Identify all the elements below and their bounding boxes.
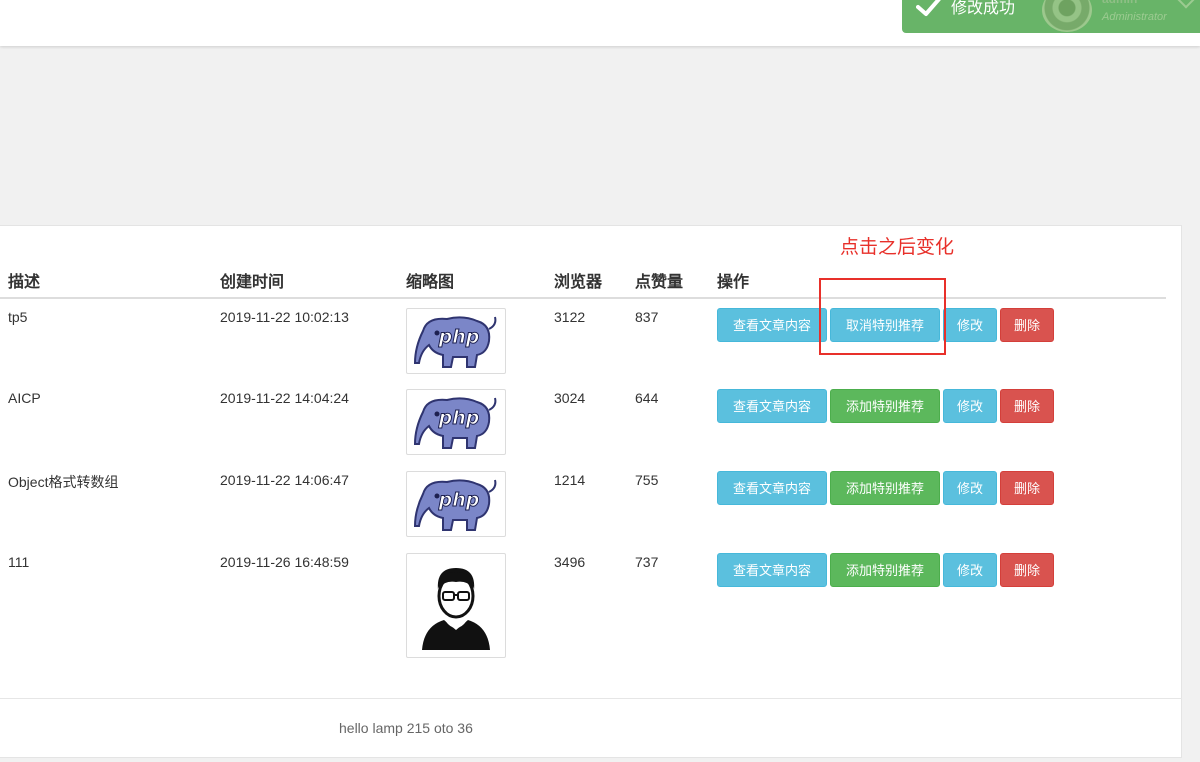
header-views: 浏览器 — [546, 262, 627, 299]
cell-views: 3496 — [554, 554, 586, 570]
user-avatar[interactable] — [1042, 0, 1092, 32]
header-likes: 点赞量 — [627, 262, 709, 299]
view-article-button[interactable]: 查看文章内容 — [717, 553, 827, 587]
checkmark-icon — [916, 0, 941, 16]
cell-desc: tp5 — [8, 309, 28, 325]
cell-likes: 644 — [635, 390, 659, 406]
table-row: 111 2019-11-26 16:48:59 3496 737 查看文章内容 … — [0, 544, 1166, 658]
cell-ops: 查看文章内容 添加特别推荐 修改 删除 — [709, 380, 1166, 462]
cell-thumb: php — [398, 380, 546, 462]
table-row: tp5 2019-11-22 10:02:13 php 3122 837 查看文… — [0, 298, 1166, 380]
view-article-button[interactable]: 查看文章内容 — [717, 308, 827, 342]
view-article-button[interactable]: 查看文章内容 — [717, 389, 827, 423]
delete-button[interactable]: 删除 — [1000, 471, 1054, 505]
php-elephant-icon: php — [413, 479, 497, 531]
cell-likes: 837 — [635, 309, 659, 325]
thumbnail-image — [406, 553, 506, 658]
svg-text:php: php — [438, 326, 480, 348]
cell-thumb — [398, 544, 546, 658]
add-recommend-button[interactable]: 添加特别推荐 — [830, 389, 940, 423]
edit-button[interactable]: 修改 — [943, 308, 997, 342]
thumbnail-image: php — [406, 308, 506, 374]
person-avatar-icon — [422, 567, 490, 650]
chevron-down-icon[interactable] — [1177, 0, 1195, 9]
delete-button[interactable]: 删除 — [1000, 553, 1054, 587]
cell-desc: Object格式转数组 — [8, 474, 119, 490]
svg-text:php: php — [438, 407, 480, 429]
cell-time: 2019-11-22 14:06:47 — [220, 472, 349, 488]
header-time: 创建时间 — [212, 262, 398, 299]
edit-button[interactable]: 修改 — [943, 553, 997, 587]
article-table: 描述 创建时间 缩略图 浏览器 点赞量 操作 tp5 2019-11-22 10… — [0, 262, 1166, 658]
cell-ops: 查看文章内容 添加特别推荐 修改 删除 — [709, 462, 1166, 544]
annotation-highlight-box — [819, 278, 946, 355]
cell-likes: 755 — [635, 472, 659, 488]
cell-thumb: php — [398, 462, 546, 544]
delete-button[interactable]: 删除 — [1000, 389, 1054, 423]
footer-divider — [0, 698, 1182, 699]
svg-text:php: php — [438, 489, 480, 511]
edit-button[interactable]: 修改 — [943, 471, 997, 505]
table-header-row: 描述 创建时间 缩略图 浏览器 点赞量 操作 — [0, 262, 1166, 299]
user-role: Administrator — [1102, 11, 1167, 23]
thumbnail-image: php — [406, 471, 506, 537]
thumbnail-image: php — [406, 389, 506, 455]
delete-button[interactable]: 删除 — [1000, 308, 1054, 342]
cell-time: 2019-11-22 14:04:24 — [220, 390, 349, 406]
success-toast[interactable]: 修改成功 admin Administrator — [902, 0, 1200, 33]
view-article-button[interactable]: 查看文章内容 — [717, 471, 827, 505]
annotation-label: 点击之后变化 — [840, 237, 955, 258]
toast-message: 修改成功 — [951, 0, 1016, 17]
cell-views: 3122 — [554, 309, 586, 325]
php-elephant-icon: php — [413, 316, 497, 368]
header-desc: 描述 — [0, 262, 212, 299]
add-recommend-button[interactable]: 添加特别推荐 — [830, 553, 940, 587]
php-elephant-icon: php — [413, 397, 497, 449]
cell-views: 3024 — [554, 390, 586, 406]
cell-time: 2019-11-26 16:48:59 — [220, 554, 349, 570]
table-row: AICP 2019-11-22 14:04:24 php 3024 644 查看… — [0, 380, 1166, 462]
cell-desc: 111 — [8, 554, 30, 570]
table-row: Object格式转数组 2019-11-22 14:06:47 php 1214… — [0, 462, 1166, 544]
header-thumb: 缩略图 — [398, 262, 546, 299]
cell-ops: 查看文章内容 添加特别推荐 修改 删除 — [709, 544, 1166, 658]
add-recommend-button[interactable]: 添加特别推荐 — [830, 471, 940, 505]
footer-text: hello lamp 215 oto 36 — [339, 720, 473, 736]
cell-likes: 737 — [635, 554, 659, 570]
cell-thumb: php — [398, 298, 546, 380]
edit-button[interactable]: 修改 — [943, 389, 997, 423]
cell-desc: AICP — [8, 390, 41, 406]
user-name[interactable]: admin — [1102, 0, 1137, 6]
cell-views: 1214 — [554, 472, 586, 488]
cell-time: 2019-11-22 10:02:13 — [220, 309, 349, 325]
